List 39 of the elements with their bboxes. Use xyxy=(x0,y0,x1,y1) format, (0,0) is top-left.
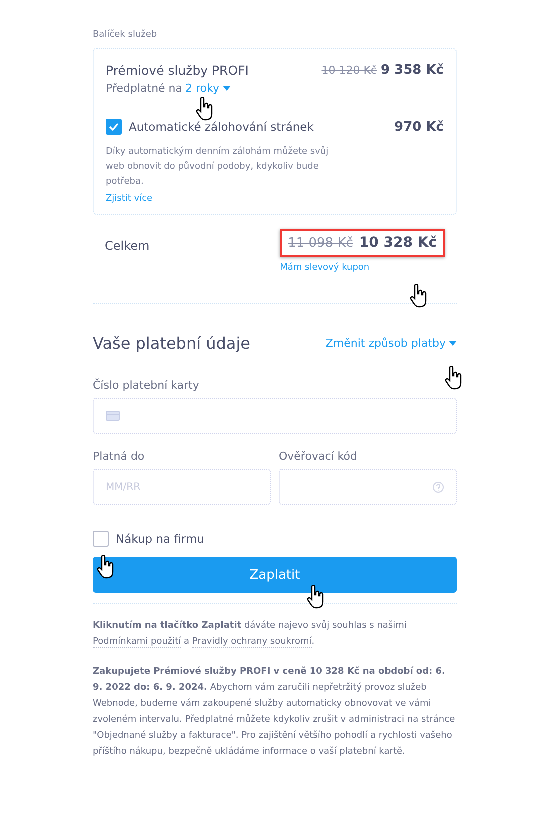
hand-cursor-icon xyxy=(97,555,115,579)
purchase-summary: Zakupujete Prémiové služby PROFI v ceně 10 328 Kč na období od: 6. 9. 2022 do: 6. 9. 2024. Abychom vám zaručili nepřetržitý provoz služeb Webnode, budeme vám zakoupené služby automaticky obnovovat ve vámi zvoleném intervalu. Předplatné můžete kdykoliv zrušit v administraci na stránce "Objednané služby a fakturace". Pro zajištění většího pohodlí a rychlosti vašeho příštího nákupu, bezpečně ukládáme informace o vaší platební kartě. xyxy=(93,666,456,759)
backup-option[interactable]: Automatické zálohování stránek xyxy=(106,119,314,135)
help-icon xyxy=(433,482,444,492)
package-name: Prémiové služby PROFI xyxy=(106,63,249,78)
option-label: Nákup na firmu xyxy=(116,532,204,546)
option-label: Automatické zálohování stránek xyxy=(129,120,314,134)
card-icon xyxy=(106,411,120,421)
hand-cursor-icon xyxy=(307,585,325,609)
coupon-link[interactable]: Mám slevový kupon xyxy=(280,263,370,273)
field-label: Platná do xyxy=(93,450,146,463)
addon-description: Díky automatickým denním zálohám můžete svůj web obnovit do původní podoby, kdykoliv bude potřeba. xyxy=(106,145,330,189)
checkbox[interactable] xyxy=(93,531,109,547)
total-price: 11 098 Kč 10 328 Kč xyxy=(280,229,445,257)
hand-cursor-icon xyxy=(196,97,214,121)
check-icon xyxy=(109,123,119,131)
field-label: Číslo platební karty xyxy=(93,379,200,392)
subscription-dropdown[interactable]: Předplatné na 2 roky xyxy=(106,82,444,95)
hand-cursor-icon xyxy=(410,284,428,308)
hand-cursor-icon xyxy=(445,366,463,390)
total-label: Celkem xyxy=(105,239,150,253)
checkbox[interactable] xyxy=(106,119,122,135)
section-label: Balíček služeb xyxy=(93,30,158,40)
pay-button[interactable]: Zaplatit xyxy=(93,557,457,593)
change-payment-link[interactable]: Změnit způsob platby xyxy=(326,337,457,350)
field-label: Ověřovací kód xyxy=(279,450,358,463)
section-heading: Vaše platební údaje xyxy=(93,334,251,353)
old-price: 10 120 Kč xyxy=(322,64,377,77)
caret-icon xyxy=(449,341,457,346)
consent-text: Kliknutím na tlačítko Zaplatit dáváte najevo svůj souhlas s našimi Podmínkami použití a Pravidly ochrany soukromí. xyxy=(93,619,408,650)
learn-more-link[interactable]: Zjistit více xyxy=(106,194,153,204)
policy-link[interactable]: Podmínkami použití xyxy=(93,637,182,648)
policy-link[interactable]: Pravidly ochrany soukromí xyxy=(192,637,312,648)
company-purchase-option[interactable]: Nákup na firmu xyxy=(93,531,457,547)
addon-price: 970 Kč xyxy=(394,120,444,134)
card-number-field[interactable] xyxy=(93,398,457,434)
security-code-field[interactable] xyxy=(279,469,457,505)
package-price: 9 358 Kč xyxy=(380,63,444,78)
caret-icon xyxy=(222,86,231,91)
